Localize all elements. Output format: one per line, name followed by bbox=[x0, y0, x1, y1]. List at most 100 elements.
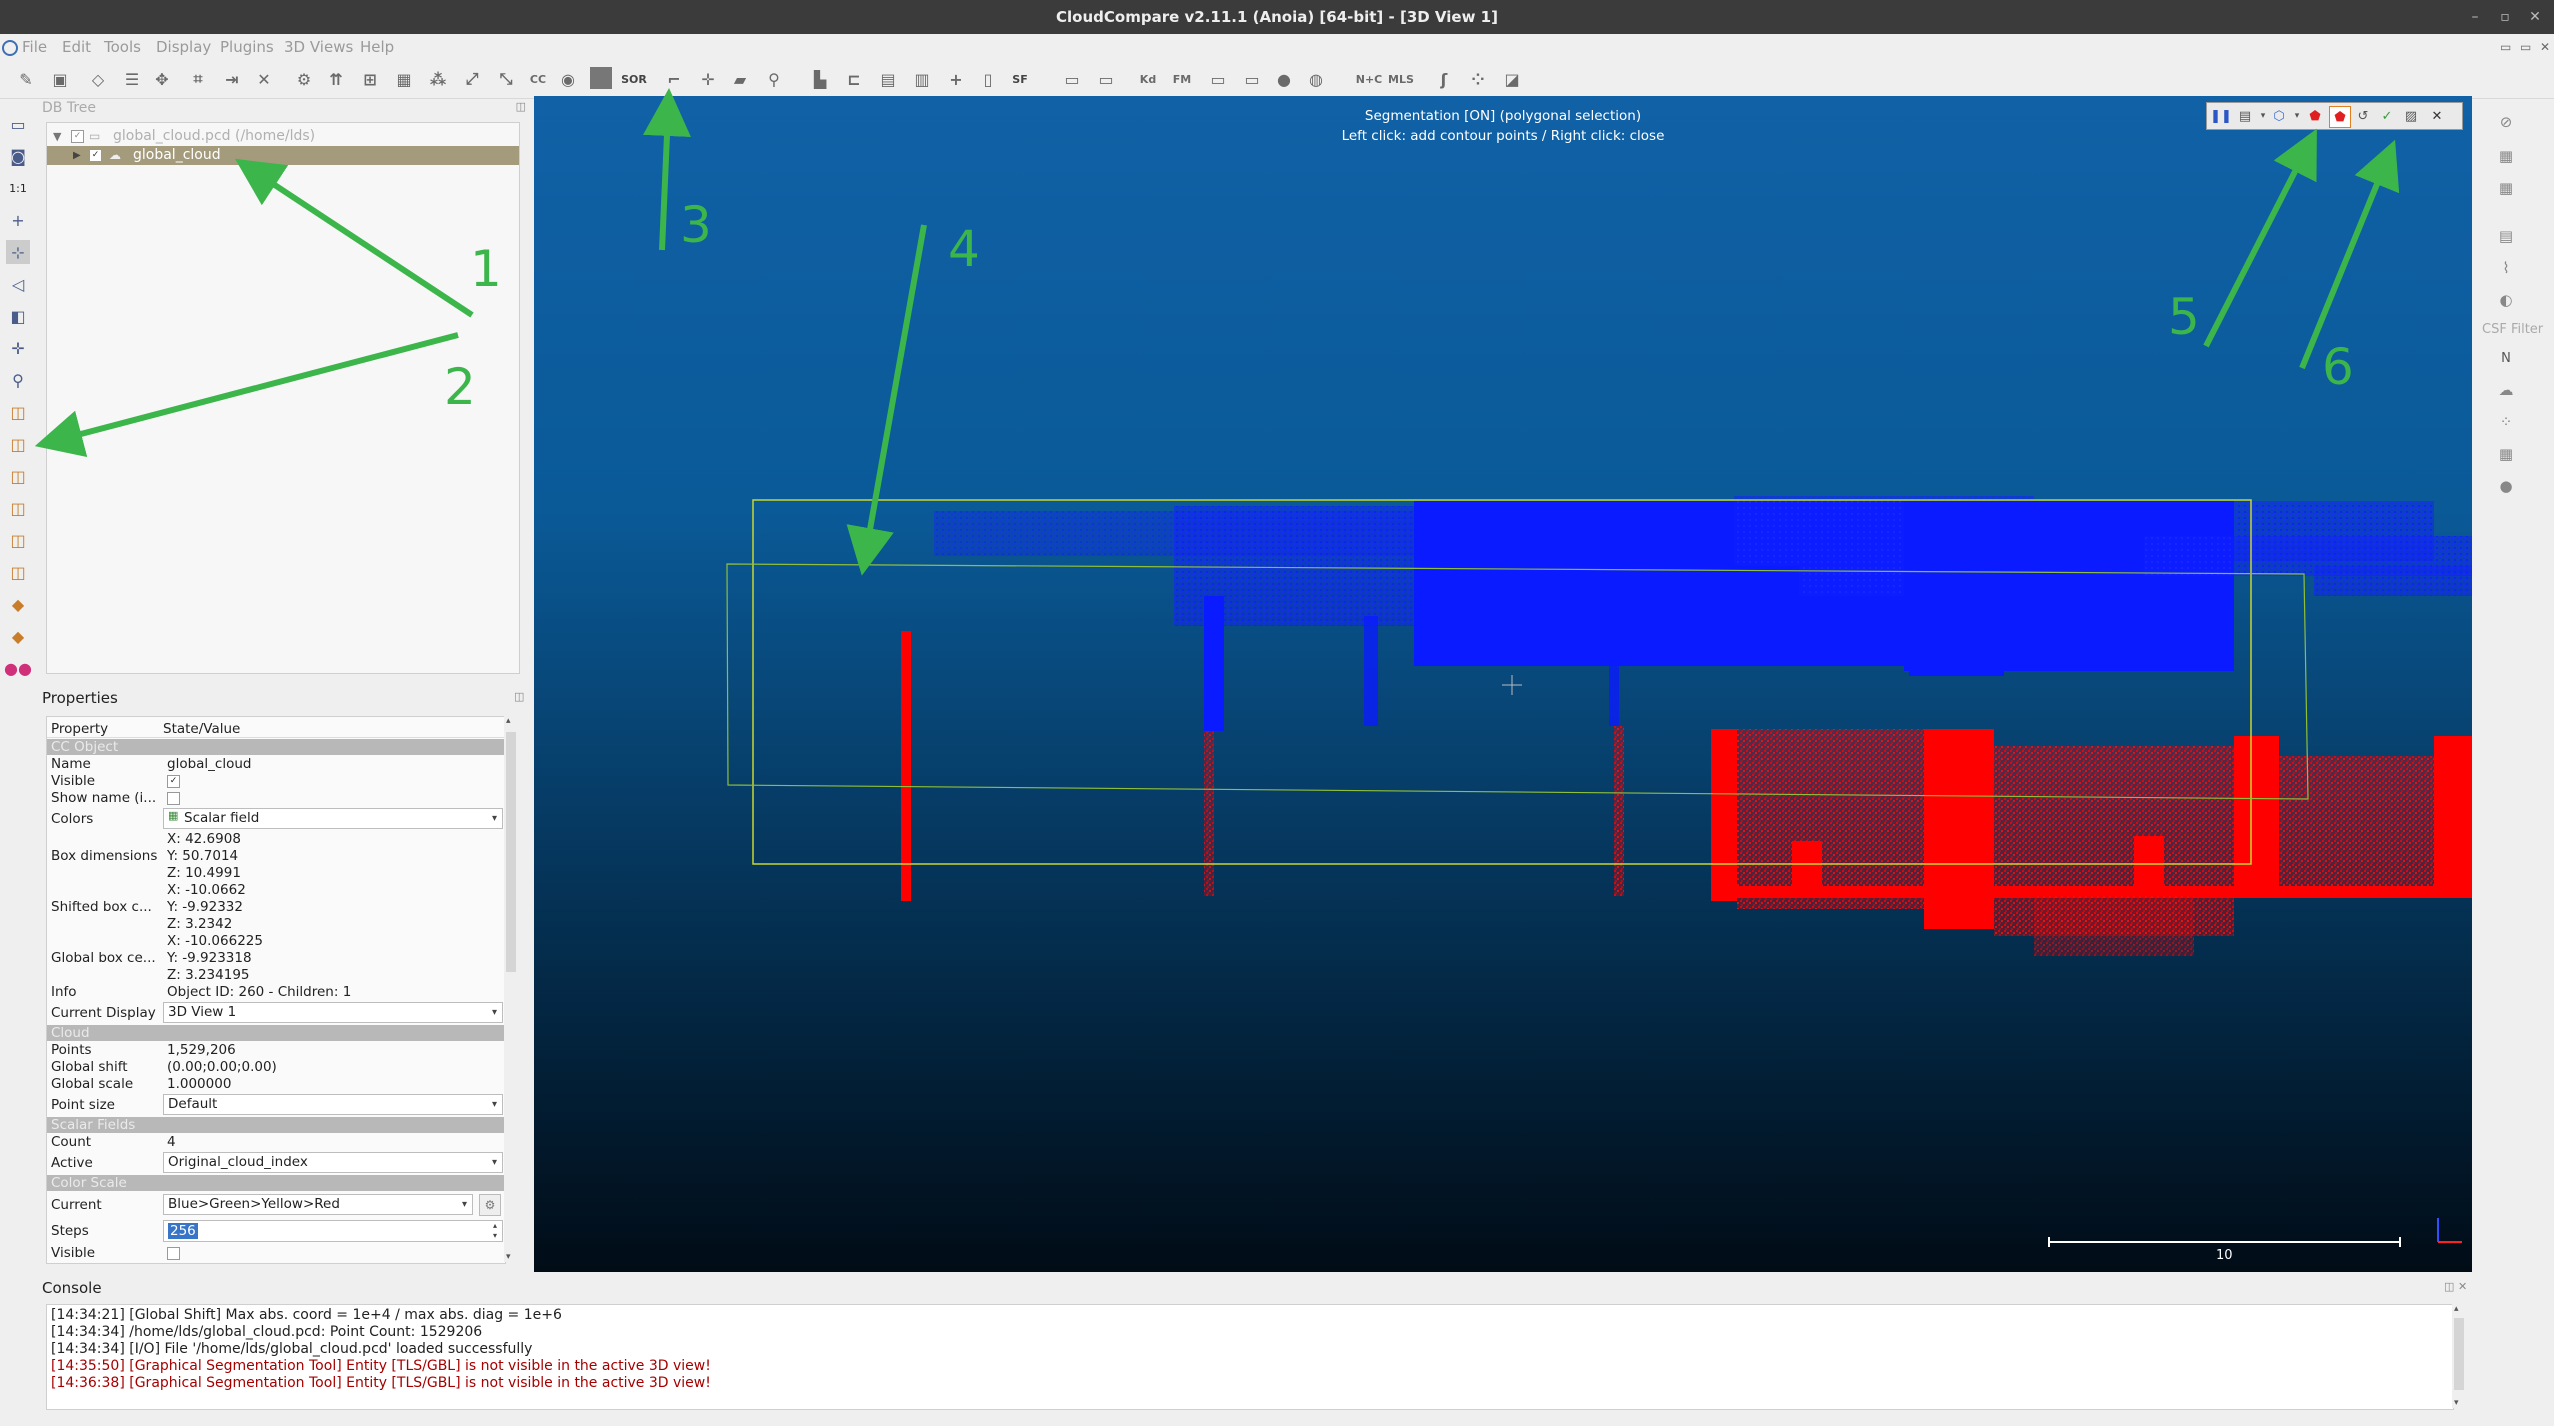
kd-icon[interactable]: Kd bbox=[1136, 67, 1160, 91]
menu-edit[interactable]: Edit bbox=[62, 34, 91, 60]
view-back-icon[interactable]: ◫ bbox=[6, 496, 30, 520]
iso-front-icon[interactable]: ◆ bbox=[6, 592, 30, 616]
pivot-icon[interactable]: ⊹ bbox=[6, 240, 30, 264]
register-icon[interactable]: ⤢ bbox=[460, 67, 484, 91]
cloud-checkbox[interactable]: ✓ bbox=[89, 149, 102, 162]
console-close-icon[interactable]: ✕ bbox=[2458, 1280, 2467, 1293]
visible-checkbox[interactable]: ✓ bbox=[167, 775, 180, 788]
menu-plugins[interactable]: Plugins bbox=[220, 34, 274, 60]
zoom-1to1-icon[interactable]: 1:1 bbox=[6, 176, 30, 200]
globe-icon[interactable]: ◍ bbox=[1304, 67, 1328, 91]
hook-icon[interactable]: ⌐ bbox=[662, 67, 686, 91]
sor-icon[interactable]: SOR bbox=[621, 67, 647, 91]
light-icon[interactable]: ◧ bbox=[6, 304, 30, 328]
align-icon[interactable]: ⤡ bbox=[494, 67, 518, 91]
film-icon[interactable]: ▤ bbox=[2494, 224, 2518, 248]
contour-icon[interactable]: ʃ bbox=[1432, 67, 1456, 91]
slice-icon[interactable]: ▭ bbox=[1240, 67, 1264, 91]
expand-icon[interactable]: ▶ bbox=[73, 146, 81, 165]
crop-icon[interactable]: ⌗ bbox=[186, 67, 210, 91]
mls-icon[interactable]: MLS bbox=[1386, 67, 1416, 91]
add-icon[interactable]: + bbox=[944, 67, 968, 91]
map-icon[interactable]: ▦ bbox=[2494, 442, 2518, 466]
histogram-icon[interactable]: ▙ bbox=[808, 67, 832, 91]
normals-icon[interactable]: ⇈ bbox=[324, 67, 348, 91]
move-icon[interactable]: ✛ bbox=[696, 67, 720, 91]
mdi-close-icon[interactable]: ✕ bbox=[2540, 34, 2550, 60]
active-sf-select[interactable]: Original_cloud_index ▾ bbox=[163, 1152, 503, 1173]
point-size-select[interactable]: Default ▾ bbox=[163, 1094, 503, 1115]
subsample-icon[interactable]: ⁂ bbox=[426, 67, 450, 91]
close-window-button[interactable]: ✕ bbox=[2522, 0, 2548, 34]
csf-filter-label[interactable]: CSF Filter bbox=[2482, 322, 2543, 337]
translate-icon[interactable]: ✥ bbox=[150, 67, 174, 91]
cross-section-icon[interactable]: ▭ bbox=[1060, 67, 1084, 91]
float-icon[interactable]: ◫ bbox=[516, 100, 526, 113]
view-bottom-icon[interactable]: ◫ bbox=[6, 560, 30, 584]
stereo-icon[interactable]: ●● bbox=[4, 656, 32, 680]
view-right-icon[interactable]: ◫ bbox=[6, 528, 30, 552]
list-icon[interactable]: ☰ bbox=[120, 67, 144, 91]
segment-icon[interactable]: ◉ bbox=[556, 67, 580, 91]
scroll-thumb[interactable] bbox=[506, 732, 516, 972]
plugin-icon[interactable]: ◪ bbox=[1500, 67, 1524, 91]
console-scrollbar[interactable]: ▴ ▾ bbox=[2452, 1304, 2466, 1408]
save-icon[interactable]: ▣ bbox=[48, 67, 72, 91]
compass-icon[interactable]: ⊘ bbox=[2494, 110, 2518, 134]
clone-icon[interactable]: ◇ bbox=[86, 67, 110, 91]
iso-back-icon[interactable]: ◆ bbox=[6, 624, 30, 648]
screen-icon[interactable]: ▭ bbox=[6, 112, 30, 136]
crosshair-icon[interactable]: + bbox=[6, 208, 30, 232]
3d-view[interactable]: Segmentation [ON] (polygonal selection) … bbox=[534, 96, 2472, 1272]
colors-select[interactable]: ▦ Scalar field ▾ bbox=[163, 808, 503, 829]
sample2-icon[interactable]: ⁘ bbox=[1466, 67, 1490, 91]
brush-icon[interactable]: ⌇ bbox=[2494, 256, 2518, 280]
collapse-icon[interactable]: ▼ bbox=[53, 127, 61, 146]
steps-spinbox[interactable]: 256 ▴ ▾ bbox=[163, 1220, 503, 1242]
minimize-button[interactable]: – bbox=[2462, 0, 2488, 34]
menu-3d-views[interactable]: 3D Views bbox=[284, 34, 353, 60]
perspective-icon[interactable]: ◁ bbox=[6, 272, 30, 296]
scale-visible-checkbox[interactable] bbox=[167, 1247, 180, 1260]
sf-remove-icon[interactable]: ▯ bbox=[976, 67, 1000, 91]
menu-tools[interactable]: Tools bbox=[104, 34, 141, 60]
mdi-min-icon[interactable]: ▭ bbox=[2500, 34, 2511, 60]
center-icon[interactable]: ✛ bbox=[6, 336, 30, 360]
mesh-icon[interactable]: ▦ bbox=[392, 67, 416, 91]
menu-file[interactable]: File bbox=[22, 34, 47, 60]
tree-item-root[interactable]: ▼ ✓ ▭ global_cloud.pcd (/home/lds) bbox=[47, 127, 519, 146]
plane-icon[interactable]: ▰ bbox=[728, 67, 752, 91]
classify-icon[interactable]: ▭ bbox=[1094, 67, 1118, 91]
octree-icon[interactable]: ⊞ bbox=[358, 67, 382, 91]
menu-display[interactable]: Display bbox=[156, 34, 211, 60]
gauge-icon[interactable]: ◐ bbox=[2494, 288, 2518, 312]
north-icon[interactable]: N bbox=[2494, 346, 2518, 370]
menu-help[interactable]: Help bbox=[360, 34, 394, 60]
maximize-button[interactable]: ▫ bbox=[2492, 0, 2518, 34]
scatter-icon[interactable]: ⁘ bbox=[2494, 410, 2518, 434]
tree-item-global-cloud[interactable]: ▶ ✓ ☁ global_cloud bbox=[47, 146, 519, 165]
sphere-icon[interactable]: ● bbox=[1272, 67, 1296, 91]
mdi-restore-icon[interactable]: ▭ bbox=[2520, 34, 2531, 60]
add-sf-icon[interactable]: ▥ bbox=[910, 67, 934, 91]
gradient-icon[interactable]: ▤ bbox=[876, 67, 900, 91]
view-left-icon[interactable]: ◫ bbox=[6, 464, 30, 488]
ortho-icon[interactable]: ▦ bbox=[2494, 144, 2518, 168]
fm-icon[interactable]: FM bbox=[1170, 67, 1194, 91]
shape-icon[interactable]: ☁ bbox=[2494, 378, 2518, 402]
merge-icon[interactable]: ⇥ bbox=[220, 67, 244, 91]
root-checkbox[interactable]: ✓ bbox=[71, 130, 84, 143]
color-scale-select[interactable]: Blue>Green>Yellow>Red ▾ bbox=[163, 1194, 473, 1215]
view-front-icon[interactable]: ◫ bbox=[6, 432, 30, 456]
cc-icon[interactable]: CC bbox=[526, 67, 550, 91]
pick-icon[interactable]: ⚲ bbox=[762, 67, 786, 91]
zoom-icon[interactable]: ⚲ bbox=[6, 368, 30, 392]
show-name-checkbox[interactable] bbox=[167, 792, 180, 805]
box-icon[interactable]: ▭ bbox=[1206, 67, 1230, 91]
nc-icon[interactable]: N+C bbox=[1354, 67, 1384, 91]
raster-icon[interactable] bbox=[590, 67, 612, 89]
camera-icon[interactable]: ◙ bbox=[6, 144, 30, 168]
properties-scrollbar[interactable]: ▴ ▾ bbox=[504, 716, 518, 1262]
current-display-select[interactable]: 3D View 1 ▾ bbox=[163, 1002, 503, 1023]
edit-icon[interactable]: ✎ bbox=[14, 67, 38, 91]
